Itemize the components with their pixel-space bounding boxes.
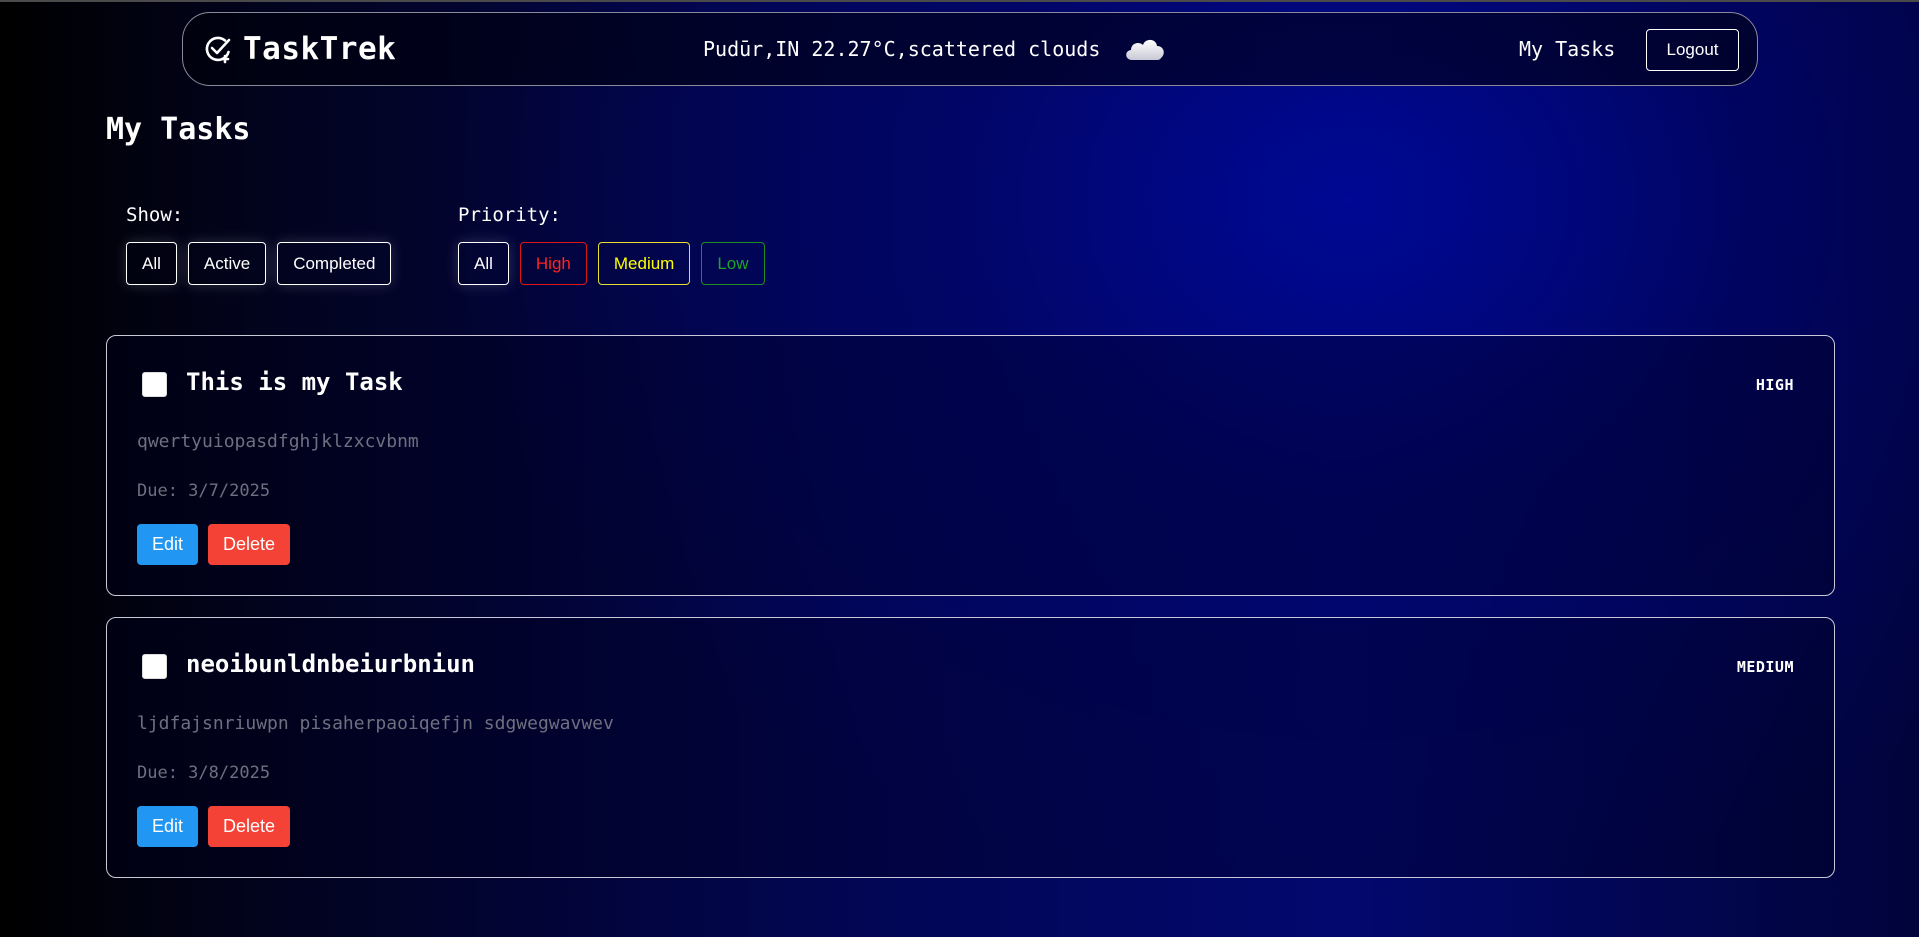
task-card: This is my Task HIGH qwertyuiopasdfghjkl… bbox=[106, 335, 1835, 596]
delete-task-button[interactable]: Delete bbox=[208, 524, 290, 565]
cloud-icon bbox=[1122, 34, 1168, 64]
edit-task-button[interactable]: Edit bbox=[137, 806, 198, 847]
show-completed-button[interactable]: Completed bbox=[277, 242, 392, 285]
priority-filter-label: Priority: bbox=[458, 204, 561, 226]
priority-medium-button[interactable]: Medium bbox=[597, 242, 691, 285]
show-all-button[interactable]: All bbox=[126, 242, 177, 285]
task-actions: Edit Delete bbox=[137, 524, 290, 565]
priority-high-button[interactable]: High bbox=[519, 242, 587, 285]
navbar: TaskTrek Pudūr,IN 22.27°C,scattered clou… bbox=[182, 12, 1758, 86]
priority-all-button[interactable]: All bbox=[458, 242, 509, 285]
top-border-line bbox=[0, 0, 1919, 2]
priority-low-button[interactable]: Low bbox=[701, 242, 765, 285]
edit-task-button[interactable]: Edit bbox=[137, 524, 198, 565]
page-title: My Tasks bbox=[106, 112, 251, 147]
task-priority-badge: HIGH bbox=[1755, 376, 1794, 394]
task-description: ljdfajsnriuwpn pisaherpaoiqefjn sdgwegwa… bbox=[137, 713, 614, 734]
task-card: neoibunldnbeiurbniun MEDIUM ljdfajsnriuw… bbox=[106, 617, 1835, 878]
weather-widget: Pudūr,IN 22.27°C,scattered clouds bbox=[703, 13, 1168, 85]
show-filter-label: Show: bbox=[126, 204, 184, 226]
brand[interactable]: TaskTrek bbox=[203, 13, 396, 85]
priority-filter-buttons: All High Medium Low bbox=[458, 242, 765, 285]
task-actions: Edit Delete bbox=[137, 806, 290, 847]
show-active-button[interactable]: Active bbox=[187, 242, 267, 285]
task-due-date: Due: 3/8/2025 bbox=[137, 763, 271, 783]
task-title: This is my Task bbox=[186, 368, 403, 396]
delete-task-button[interactable]: Delete bbox=[208, 806, 290, 847]
task-complete-checkbox[interactable] bbox=[142, 372, 167, 397]
brand-name: TaskTrek bbox=[243, 31, 397, 67]
task-title: neoibunldnbeiurbniun bbox=[186, 650, 475, 678]
nav-my-tasks-link[interactable]: My Tasks bbox=[1519, 13, 1615, 85]
show-filter-group: Show: All Active Completed bbox=[126, 204, 392, 285]
priority-filter-group: Priority: All High Medium Low bbox=[458, 204, 765, 285]
task-check-add-icon bbox=[203, 34, 233, 64]
logout-button[interactable]: Logout bbox=[1646, 29, 1739, 71]
task-complete-checkbox[interactable] bbox=[142, 654, 167, 679]
show-filter-buttons: All Active Completed bbox=[126, 242, 392, 285]
task-due-date: Due: 3/7/2025 bbox=[137, 481, 271, 501]
weather-text: Pudūr,IN 22.27°C,scattered clouds bbox=[703, 37, 1101, 61]
task-priority-badge: MEDIUM bbox=[1736, 658, 1794, 676]
task-description: qwertyuiopasdfghjklzxcvbnm bbox=[137, 431, 419, 452]
